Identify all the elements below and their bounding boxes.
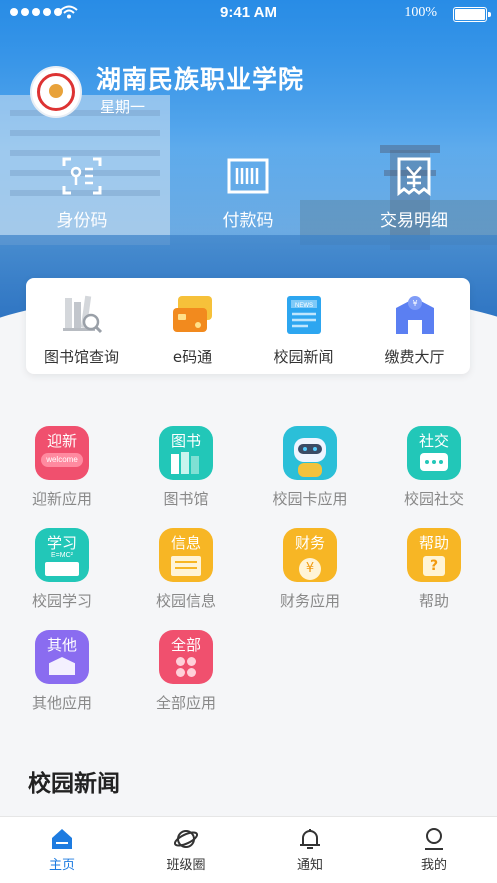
welcome-app-icon: 迎新 welcome	[35, 426, 89, 480]
school-logo	[30, 66, 82, 118]
app-label: 图书馆	[163, 490, 209, 508]
payment-hall-icon: ¥	[392, 292, 438, 338]
bottom-tab-bar: 主页 班级圈 通知 我的	[0, 816, 497, 883]
profile-icon	[425, 828, 443, 850]
quick-label: 交易明细	[380, 211, 448, 231]
app-label: 迎新应用	[31, 490, 92, 508]
tab-home[interactable]: 主页	[0, 827, 124, 873]
quick-label: 身份码	[56, 211, 108, 231]
library-search-icon	[59, 292, 105, 338]
svg-text:¥: ¥	[412, 299, 417, 308]
school-name: 湖南民族职业学院	[96, 65, 305, 94]
tab-class-circle[interactable]: 班级圈	[124, 827, 248, 873]
news-section-title: 校园新闻	[28, 771, 120, 797]
app-campus-card[interactable]: 校园卡应用	[248, 426, 372, 509]
app-label: 校园学习	[31, 592, 92, 610]
app-social[interactable]: 社交 校园社交	[372, 426, 496, 509]
barcode-icon	[227, 158, 269, 194]
id-code-button[interactable]: 身份码	[22, 156, 142, 231]
card-label: 图书馆查询	[43, 348, 119, 366]
app-welcome[interactable]: 迎新 welcome 迎新应用	[0, 426, 124, 509]
tab-label: 我的	[420, 858, 447, 873]
planet-icon	[174, 830, 198, 848]
svg-text:NEWS: NEWS	[295, 303, 313, 309]
social-app-icon: 社交	[407, 426, 461, 480]
home-icon	[52, 829, 72, 849]
receipt-yen-icon	[397, 157, 431, 196]
status-bar: 9:41 AM 100%	[0, 0, 497, 28]
app-label: 校园卡应用	[272, 490, 348, 508]
card-label: 校园新闻	[273, 348, 334, 366]
tab-notifications[interactable]: 通知	[248, 827, 372, 873]
all-apps-icon: 全部	[159, 630, 213, 684]
tab-label: 班级圈	[166, 858, 206, 873]
battery-icon	[453, 7, 491, 22]
news-icon: NEWS	[281, 292, 327, 338]
payment-hall-button[interactable]: ¥ 缴费大厅	[359, 292, 470, 367]
other-app-icon: 其他	[35, 630, 89, 684]
app-all[interactable]: 全部 全部应用	[124, 630, 248, 713]
library-app-icon: 图书	[159, 426, 213, 480]
transactions-button[interactable]: 交易明细	[354, 156, 474, 231]
e-code-button[interactable]: e码通	[137, 292, 248, 367]
app-other[interactable]: 其他 其他应用	[0, 630, 124, 713]
id-code-icon	[62, 157, 102, 195]
tab-label: 通知	[296, 858, 323, 873]
finance-app-icon: 财务 ¥	[283, 528, 337, 582]
cards-icon	[170, 292, 216, 338]
info-app-icon: 信息	[159, 528, 213, 582]
help-app-icon: 帮助 ?	[407, 528, 461, 582]
app-study[interactable]: 学习 E=MC² 校园学习	[0, 528, 124, 611]
tab-profile[interactable]: 我的	[372, 827, 496, 873]
weekday-label: 星期一	[100, 98, 146, 116]
app-label: 全部应用	[155, 694, 216, 712]
app-label: 校园社交	[403, 490, 464, 508]
study-app-icon: 学习 E=MC²	[35, 528, 89, 582]
robot-icon	[283, 426, 337, 480]
campus-news-button[interactable]: NEWS 校园新闻	[248, 292, 359, 367]
tab-label: 主页	[48, 858, 75, 873]
app-finance[interactable]: 财务 ¥ 财务应用	[248, 528, 372, 611]
app-label: 校园信息	[155, 592, 216, 610]
card-label: e码通	[172, 348, 213, 366]
library-search-button[interactable]: 图书馆查询	[26, 292, 137, 367]
app-help[interactable]: 帮助 ? 帮助	[372, 528, 496, 611]
bell-icon	[300, 829, 320, 849]
app-info[interactable]: 信息 校园信息	[124, 528, 248, 611]
app-label: 财务应用	[279, 592, 340, 610]
pay-code-button[interactable]: 付款码	[188, 156, 308, 231]
app-label: 其他应用	[31, 694, 92, 712]
app-library[interactable]: 图书 图书馆	[124, 426, 248, 509]
quick-label: 付款码	[222, 211, 274, 231]
card-label: 缴费大厅	[384, 348, 445, 366]
service-card: 图书馆查询 e码通 NEWS 校园新闻 ¥ 缴费大厅	[26, 278, 470, 374]
battery-percent: 100%	[404, 5, 437, 20]
app-label: 帮助	[418, 592, 449, 610]
